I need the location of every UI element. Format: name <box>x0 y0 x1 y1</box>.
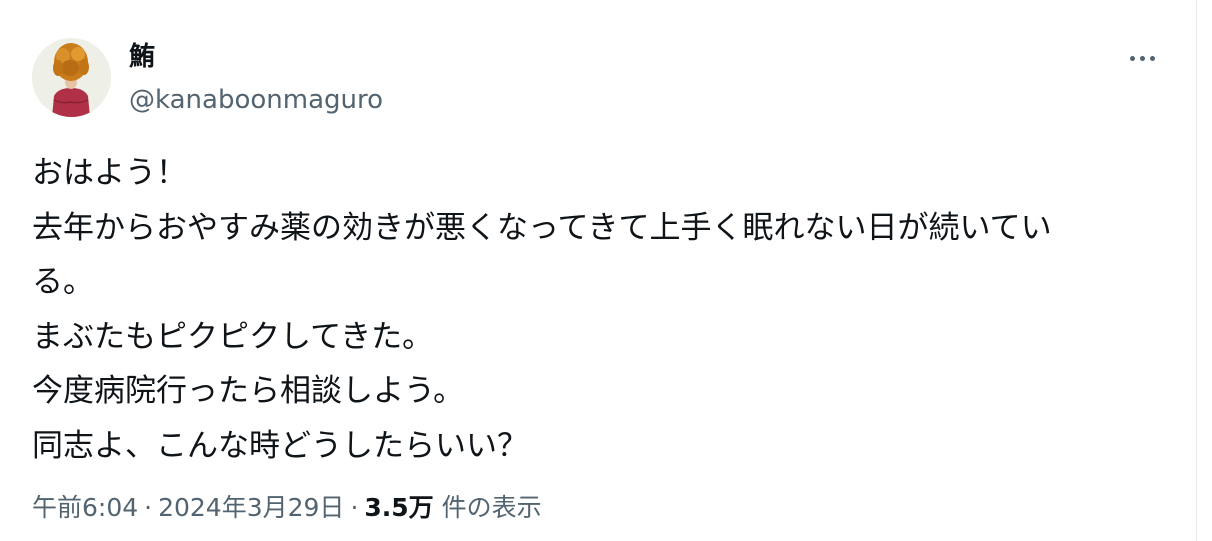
more-horizontal-icon-dot <box>1139 55 1145 61</box>
more-horizontal-icon-dot <box>1149 55 1155 61</box>
avatar-image <box>32 38 111 117</box>
tweet-date: 2024年3月29日 <box>158 493 345 522</box>
user-handle[interactable]: @kanaboonmaguro <box>129 83 383 117</box>
tweet-meta: 午前6:04 · 2024年3月29日 · 3.5万 件の表示 <box>32 490 542 526</box>
views-link[interactable]: 3.5万 件の表示 <box>364 493 541 522</box>
tweet-time-link[interactable]: 午前6:04 · 2024年3月29日 <box>32 493 344 522</box>
separator: · <box>350 493 359 522</box>
avatar[interactable] <box>32 38 111 117</box>
more-horizontal-icon <box>1129 55 1135 61</box>
views-count: 3.5万 <box>364 493 434 522</box>
display-name[interactable]: 鮪 <box>129 40 155 74</box>
tweet-text: おはよう！ 去年からおやすみ薬の効きが悪くなってきて上手く眠れない日が続いてい … <box>32 155 1052 464</box>
more-options-button[interactable] <box>1122 42 1162 74</box>
separator: · <box>144 493 153 522</box>
views-label: 件の表示 <box>441 493 542 522</box>
scrollbar-track <box>1196 0 1197 541</box>
tweet-time: 午前6:04 <box>32 493 139 522</box>
tweet-card: 鮪 @kanaboonmaguro おはよう！ 去年からおやすみ薬の効きが悪くな… <box>0 0 1196 541</box>
